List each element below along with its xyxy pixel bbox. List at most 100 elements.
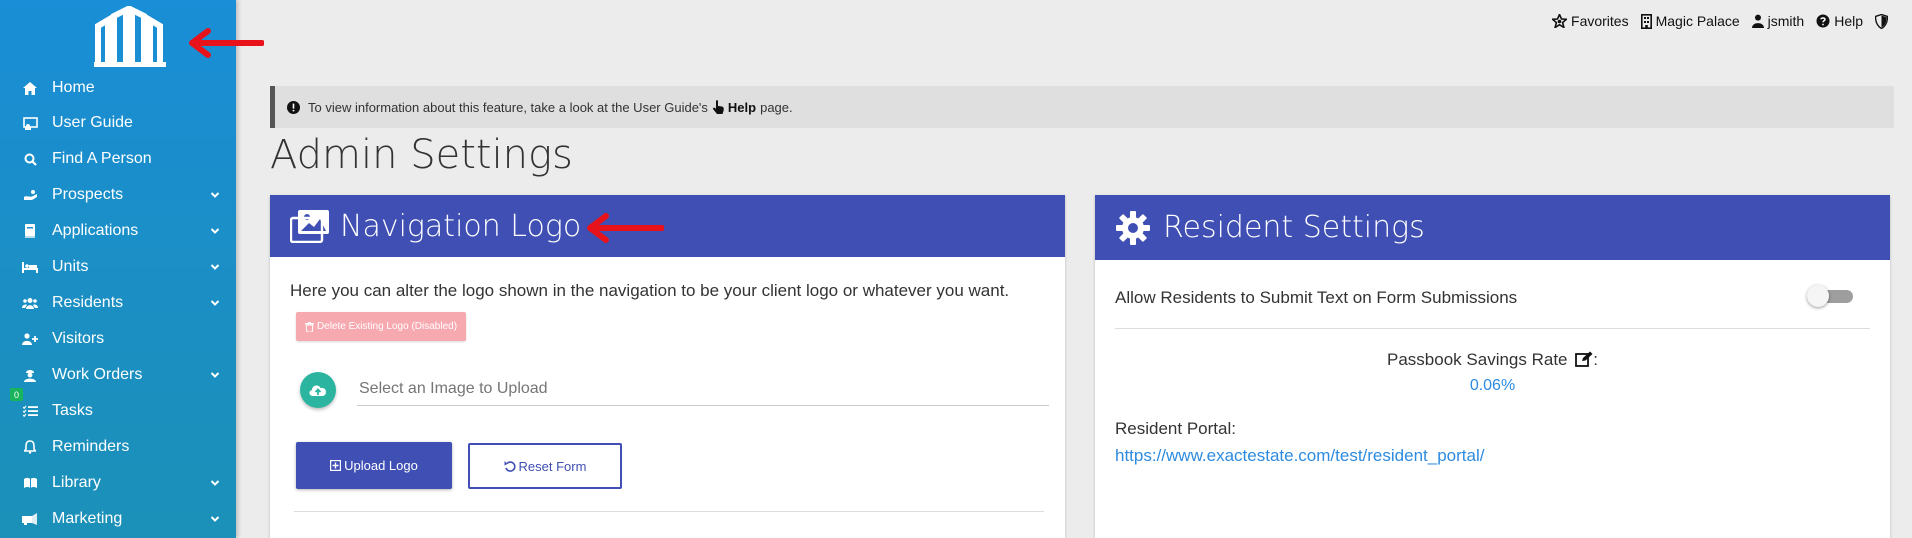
sidebar-item-reminders[interactable]: Reminders bbox=[0, 430, 236, 464]
sidebar-item-tasks[interactable]: 0 Tasks bbox=[0, 388, 236, 428]
property-link[interactable]: Magic Palace bbox=[1640, 13, 1740, 29]
tasks-icon bbox=[22, 403, 38, 419]
sidebar-item-label: Tasks bbox=[52, 402, 93, 419]
resident-portal-link[interactable]: https://www.exactestate.com/test/residen… bbox=[1115, 446, 1484, 466]
passbook-row: Passbook Savings Rate : bbox=[1095, 350, 1890, 370]
navigation-logo-card-header: Navigation Logo bbox=[270, 195, 1065, 257]
favorites-link[interactable]: Favorites bbox=[1552, 13, 1629, 29]
bell-icon bbox=[22, 439, 38, 455]
sidebar-item-find-a-person[interactable]: Find A Person bbox=[0, 142, 236, 176]
reset-form-label: Reset Form bbox=[518, 458, 587, 474]
upload-logo-label: Upload Logo bbox=[344, 458, 418, 473]
user-menu[interactable]: jsmith bbox=[1751, 13, 1805, 29]
sidebar-item-applications[interactable]: Applications bbox=[0, 214, 236, 248]
passbook-label: Passbook Savings Rate bbox=[1387, 350, 1568, 369]
chevron-down-icon bbox=[210, 480, 220, 486]
allow-text-toggle[interactable] bbox=[1807, 285, 1855, 307]
prospects-icon bbox=[22, 187, 38, 203]
sidebar-item-label: User Guide bbox=[52, 114, 133, 131]
passbook-suffix: : bbox=[1593, 350, 1598, 369]
navigation-logo-card: Navigation Logo Here you can alter the l… bbox=[270, 195, 1065, 538]
favorites-label: Favorites bbox=[1571, 13, 1629, 29]
chevron-down-icon bbox=[210, 300, 220, 306]
bed-icon bbox=[22, 259, 38, 275]
sidebar-item-prospects[interactable]: Prospects bbox=[0, 178, 236, 212]
marketing-icon bbox=[22, 511, 38, 527]
page-title: Admin Settings bbox=[270, 132, 573, 178]
reset-form-button[interactable]: Reset Form bbox=[468, 443, 622, 489]
sidebar-item-residents[interactable]: Residents bbox=[0, 286, 236, 320]
info-text-end: page. bbox=[760, 99, 793, 115]
home-icon bbox=[22, 80, 38, 96]
sidebar-item-label: Prospects bbox=[52, 186, 124, 203]
sidebar-item-marketing[interactable]: Marketing bbox=[0, 502, 236, 536]
navigation-logo-title: Navigation Logo bbox=[340, 208, 582, 244]
hand-pointer-icon bbox=[712, 100, 724, 114]
library-icon bbox=[22, 475, 38, 491]
tasks-count-badge: 0 bbox=[10, 388, 23, 401]
user-icon bbox=[1751, 14, 1764, 28]
sidebar-item-label: Work Orders bbox=[52, 366, 143, 383]
sidebar-item-label: Find A Person bbox=[52, 150, 152, 167]
question-circle-icon bbox=[1816, 14, 1830, 28]
resident-settings-card-header: Resident Settings bbox=[1095, 195, 1890, 260]
allow-text-label: Allow Residents to Submit Text on Form S… bbox=[1115, 288, 1518, 307]
chevron-down-icon bbox=[210, 516, 220, 522]
building-logo-icon[interactable] bbox=[92, 6, 168, 68]
top-bar: Favorites Magic Palace jsmith Help bbox=[1540, 10, 1892, 32]
sidebar-item-label: Residents bbox=[52, 294, 124, 311]
resident-settings-title: Resident Settings bbox=[1163, 210, 1425, 245]
passbook-rate-value[interactable]: 0.06% bbox=[1095, 377, 1890, 395]
sidebar-item-label: Reminders bbox=[52, 438, 130, 455]
images-icon bbox=[290, 210, 329, 243]
sidebar-item-label: Units bbox=[52, 258, 89, 275]
sidebar-item-user-guide[interactable]: User Guide bbox=[0, 106, 236, 140]
info-text: To view information about this feature, … bbox=[308, 99, 708, 115]
sidebar: Home User Guide Find A Person Prospects … bbox=[0, 0, 236, 538]
sidebar-item-visitors[interactable]: Visitors bbox=[0, 322, 236, 356]
shield-icon bbox=[1875, 13, 1888, 29]
upload-image-button[interactable] bbox=[300, 372, 336, 408]
plus-square-icon bbox=[330, 460, 342, 471]
chevron-down-icon bbox=[210, 192, 220, 198]
chevron-down-icon bbox=[210, 264, 220, 270]
help-link[interactable]: Help bbox=[1816, 13, 1863, 29]
worker-icon bbox=[22, 367, 38, 383]
sidebar-item-units[interactable]: Units bbox=[0, 250, 236, 284]
help-page-link[interactable]: Help bbox=[728, 100, 756, 115]
sidebar-item-label: Applications bbox=[52, 222, 139, 239]
user-plus-icon bbox=[22, 331, 38, 347]
property-label: Magic Palace bbox=[1655, 13, 1740, 29]
book-icon bbox=[22, 223, 38, 239]
card-divider bbox=[294, 511, 1044, 512]
gear-icon bbox=[1116, 210, 1150, 245]
exclamation-circle-icon bbox=[287, 100, 300, 114]
undo-icon bbox=[504, 461, 516, 472]
users-icon bbox=[22, 295, 38, 311]
username-label: jsmith bbox=[1767, 13, 1805, 29]
toggle-knob bbox=[1807, 285, 1829, 307]
sidebar-item-library[interactable]: Library bbox=[0, 466, 236, 500]
annotation-arrow-icon bbox=[587, 213, 664, 243]
chevron-down-icon bbox=[210, 372, 220, 378]
select-image-input[interactable] bbox=[357, 373, 1049, 406]
info-notice: To view information about this feature, … bbox=[270, 86, 1894, 128]
delete-logo-label: Delete Existing Logo (Disabled) bbox=[316, 321, 458, 332]
annotation-arrow-icon bbox=[189, 28, 264, 58]
trash-icon bbox=[304, 321, 314, 332]
resident-portal-label: Resident Portal: bbox=[1115, 419, 1236, 438]
sidebar-item-label: Library bbox=[52, 474, 101, 491]
cloud-upload-icon bbox=[309, 385, 326, 396]
sidebar-item-work-orders[interactable]: Work Orders bbox=[0, 358, 236, 392]
sidebar-item-home[interactable]: Home bbox=[0, 71, 236, 105]
navigation-logo-description: Here you can alter the logo shown in the… bbox=[290, 281, 1010, 300]
user-guide-icon bbox=[22, 115, 38, 131]
edit-icon[interactable] bbox=[1575, 351, 1593, 367]
chevron-down-icon bbox=[210, 228, 220, 234]
delete-logo-button: Delete Existing Logo (Disabled) bbox=[296, 312, 466, 341]
card-divider bbox=[1115, 328, 1870, 329]
upload-logo-button[interactable]: Upload Logo bbox=[296, 442, 452, 489]
help-label: Help bbox=[1834, 13, 1863, 29]
security-shield-button[interactable] bbox=[1875, 13, 1892, 29]
building-icon bbox=[1640, 13, 1652, 29]
